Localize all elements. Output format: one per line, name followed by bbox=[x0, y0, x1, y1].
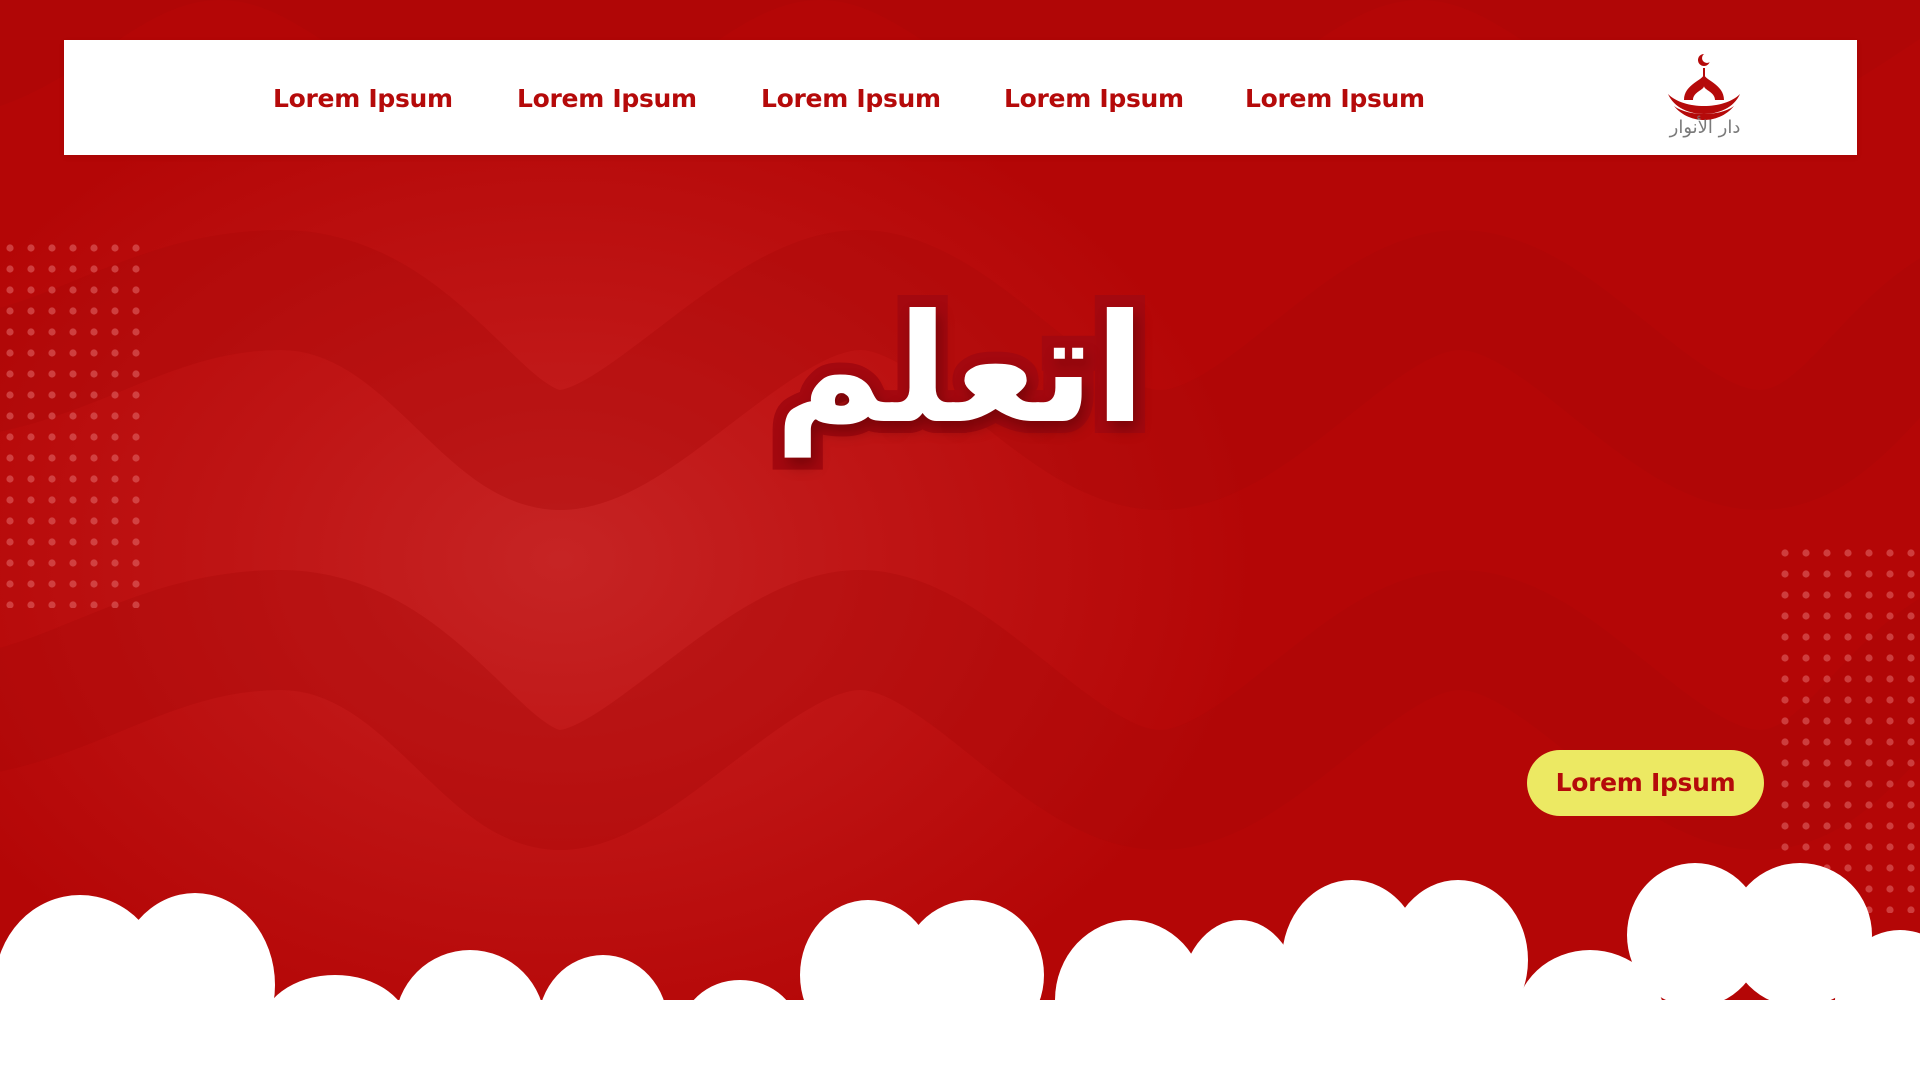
cloud-footer bbox=[0, 863, 1920, 1080]
landing-page: Lorem Ipsum Lorem Ipsum Lorem Ipsum Lore… bbox=[0, 0, 1920, 1080]
